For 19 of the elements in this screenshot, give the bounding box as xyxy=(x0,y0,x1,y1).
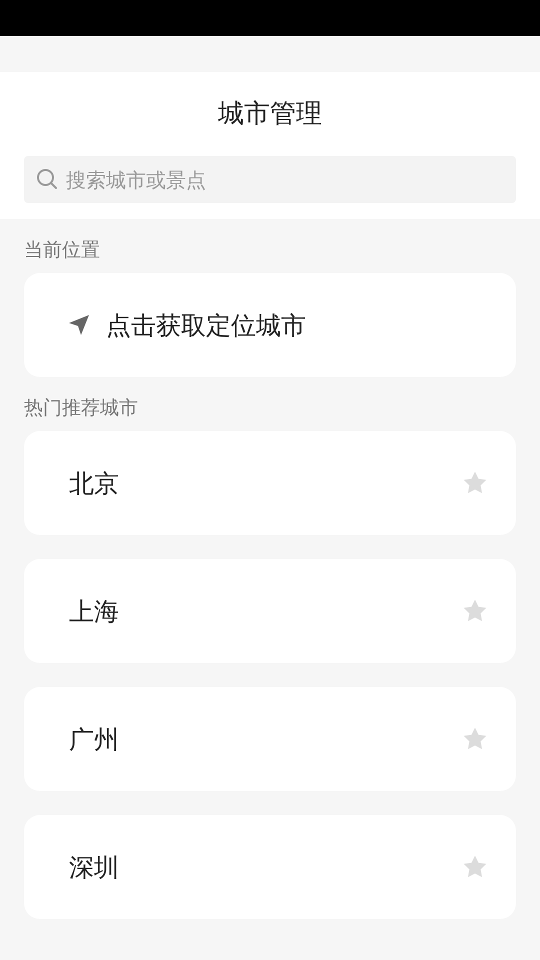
search-field[interactable]: 搜索城市或景点 xyxy=(24,156,516,203)
page-title: 城市管理 xyxy=(217,98,323,131)
city-name: 深圳 xyxy=(69,852,119,884)
section-label: 当前位置 xyxy=(24,238,101,263)
star-icon[interactable] xyxy=(462,854,488,880)
star-icon[interactable] xyxy=(462,598,488,624)
city-card[interactable]: 北京 xyxy=(24,431,516,535)
city-card[interactable]: 上海 xyxy=(24,559,516,663)
section-label: 热门推荐城市 xyxy=(24,396,139,421)
city-name: 广州 xyxy=(69,724,119,756)
locate-card[interactable]: 点击获取定位城市 xyxy=(24,273,516,377)
city-name: 北京 xyxy=(69,468,119,500)
navigation-arrow-icon xyxy=(68,314,90,336)
locate-text: 点击获取定位城市 xyxy=(106,310,306,342)
star-icon[interactable] xyxy=(462,470,488,496)
star-icon[interactable] xyxy=(462,726,488,752)
city-card[interactable]: 深圳 xyxy=(24,815,516,919)
city-card[interactable]: 广州 xyxy=(24,687,516,791)
city-name: 上海 xyxy=(69,596,119,628)
